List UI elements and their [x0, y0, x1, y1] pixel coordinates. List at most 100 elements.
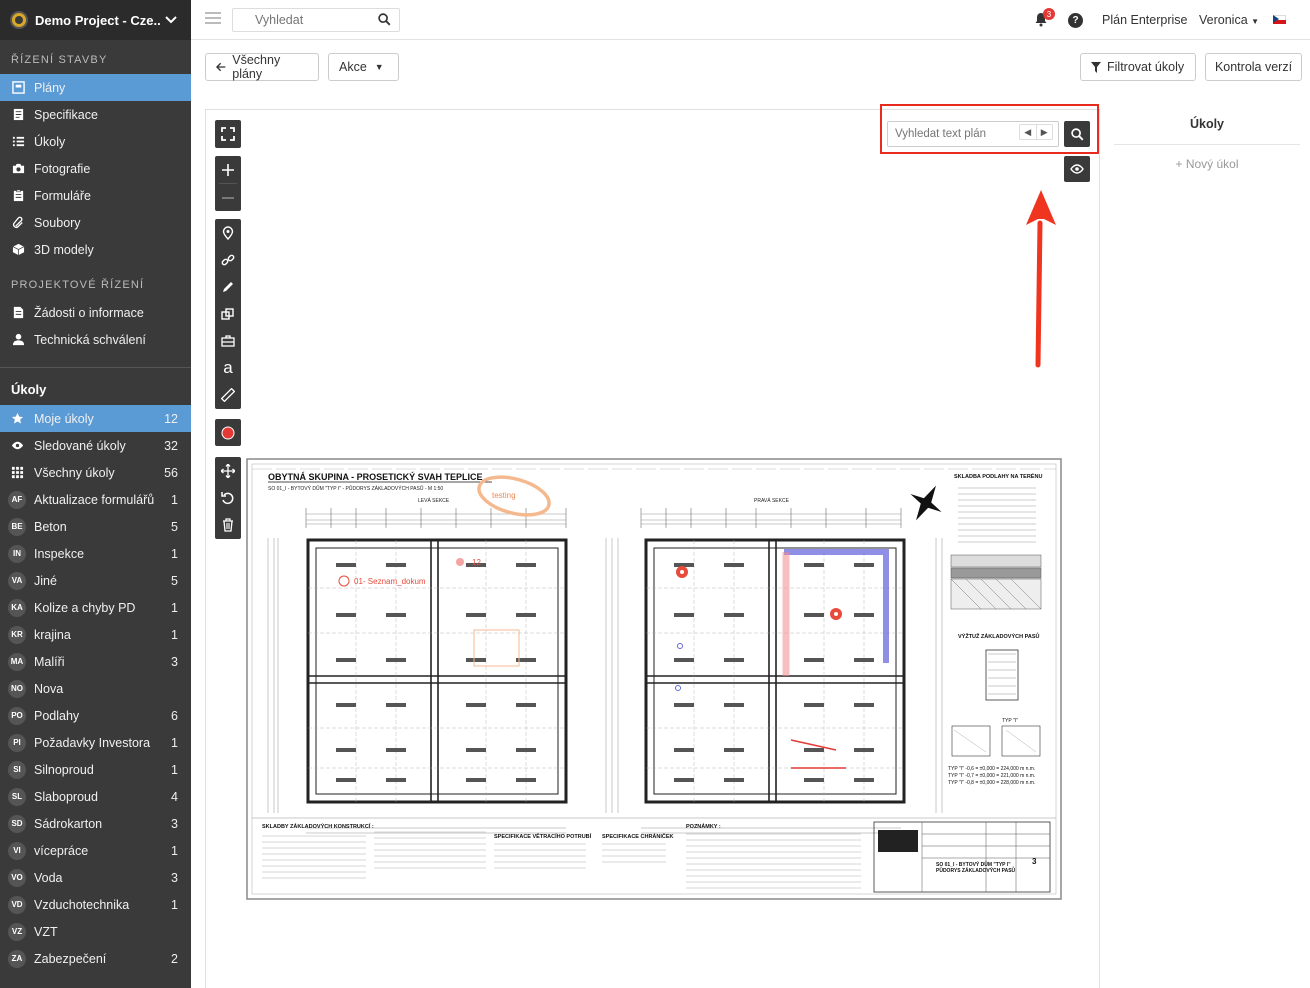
search-input[interactable]	[233, 9, 373, 31]
task-pin-icon[interactable]	[456, 558, 464, 566]
sidebar-item-formuláře[interactable]: Formuláře	[0, 182, 191, 209]
task-category-item[interactable]: KA Kolize a chyby PD 1	[0, 594, 191, 621]
plan-drawing[interactable]: OBYTNÁ SKUPINA - PROSETICKÝ SVAH TEPLICE…	[246, 458, 1062, 900]
task-category-item[interactable]: SL Slaboproud 4	[0, 783, 191, 810]
category-badge: VO	[8, 868, 26, 887]
task-category-item[interactable]: VZ VZT	[0, 918, 191, 945]
sidebar-item-soubory[interactable]: Soubory	[0, 209, 191, 236]
annotation-number[interactable]: 12	[472, 558, 481, 567]
project-switcher[interactable]: Demo Project - Cze...	[0, 0, 191, 40]
record-icon[interactable]	[221, 426, 235, 440]
task-count: 4	[171, 789, 178, 804]
plans-icon	[10, 81, 26, 95]
task-category-item[interactable]: KR krajina 1	[0, 621, 191, 648]
task-category-label: Všechny úkoly	[34, 465, 115, 480]
red-arrow-annotation	[1026, 190, 1056, 368]
task-category-label: Malíři	[34, 654, 65, 669]
version-check-button[interactable]: Kontrola verzí	[1205, 53, 1302, 81]
sidebar-item-úkoly[interactable]: Úkoly	[0, 128, 191, 155]
type-line-1: TYP "I" -0,6 = ±0,000 = 224,000 m n.m.	[948, 766, 1035, 772]
text-tool[interactable]: a	[215, 354, 241, 381]
type-label: TYP "I"	[1002, 718, 1018, 724]
search-icon	[1070, 127, 1083, 140]
ruler-icon[interactable]	[221, 387, 235, 402]
task-category-item[interactable]: PI Požadavky Investora 1	[0, 729, 191, 756]
version-check-label: Kontrola verzí	[1214, 60, 1293, 74]
zoom-out-icon[interactable]	[221, 191, 235, 205]
task-category-item[interactable]: VD Vzduchotechnika 1	[0, 891, 191, 918]
annotation-document[interactable]: 01- Seznam_dokum	[354, 577, 426, 586]
user-menu[interactable]: Veronica ▼	[1199, 13, 1259, 27]
pencil-icon[interactable]	[221, 280, 235, 294]
sidebar-item-plány[interactable]: Plány	[0, 74, 191, 101]
record-tool[interactable]	[215, 419, 241, 446]
plan-search-input[interactable]	[888, 122, 1018, 146]
tasks-panel: Úkoly + Nový úkol	[1114, 109, 1300, 171]
trash-icon[interactable]	[221, 517, 235, 532]
task-category-label: Vzduchotechnika	[34, 897, 130, 912]
chevron-down-icon[interactable]	[161, 10, 181, 30]
toolbox-icon[interactable]	[221, 334, 235, 348]
task-category-item[interactable]: IN Inspekce 1	[0, 540, 191, 567]
task-category-item[interactable]: AF Aktualizace formulářů 1	[0, 486, 191, 513]
task-category-item[interactable]: VI vícepráce 1	[0, 837, 191, 864]
filter-tasks-button[interactable]: Filtrovat úkoly	[1080, 53, 1196, 81]
sidebar-item-label: Fotografie	[34, 161, 91, 176]
move-icon[interactable]	[221, 463, 235, 478]
all-plans-button[interactable]: Všechny plány	[205, 53, 319, 81]
task-category-item[interactable]: ZA Zabezpečení 2	[0, 945, 191, 972]
eye-icon	[1070, 164, 1084, 174]
link-icon[interactable]	[221, 253, 235, 267]
floor-composition-title: SKLADBA PODLAHY NA TERÉNU	[954, 472, 1042, 480]
left-section-label: LEVÁ SEKCE	[418, 497, 450, 504]
sidebar-item-specifikace[interactable]: Specifikace	[0, 101, 191, 128]
sidebar-item-technická-schválení[interactable]: Technická schválení	[0, 326, 191, 353]
task-count: 1	[171, 735, 178, 750]
shapes-icon[interactable]	[221, 307, 235, 321]
zoom-in-icon[interactable]	[221, 163, 235, 177]
task-category-item[interactable]: VA Jiné 5	[0, 567, 191, 594]
fullscreen-tool[interactable]	[215, 120, 241, 148]
top-bar: 3 ? Plán Enterprise Veronica ▼	[191, 0, 1310, 40]
next-result-icon[interactable]: ▶	[1037, 125, 1053, 139]
task-category-item[interactable]: NO Nova	[0, 675, 191, 702]
task-category-label: Jiné	[34, 573, 57, 588]
zoom-tools	[215, 156, 241, 211]
task-category-label: Silnoproud	[34, 762, 94, 777]
task-count: 3	[171, 816, 178, 831]
task-category-item[interactable]: SD Sádrokarton 3	[0, 810, 191, 837]
visibility-toggle[interactable]	[1064, 156, 1090, 182]
task-category-item[interactable]: PO Podlahy 6	[0, 702, 191, 729]
previous-result-icon[interactable]: ◀	[1020, 125, 1037, 139]
plan-link[interactable]: Plán Enterprise	[1102, 13, 1187, 27]
user-name: Veronica	[1199, 13, 1248, 27]
actions-dropdown[interactable]: Akce ▼	[328, 53, 399, 81]
fullscreen-icon[interactable]	[221, 126, 235, 141]
sidebar-item-žádosti-o-informace[interactable]: Žádosti o informace	[0, 299, 191, 326]
hamburger-menu-icon[interactable]	[205, 12, 221, 26]
filter-tasks-label: Filtrovat úkoly	[1107, 60, 1185, 74]
task-category-item[interactable]: Všechny úkoly 56	[0, 459, 191, 486]
annotation-testing[interactable]: testing	[492, 491, 516, 500]
help-icon[interactable]: ?	[1068, 13, 1083, 28]
task-count: 1	[171, 762, 178, 777]
undo-icon[interactable]	[221, 491, 235, 505]
task-category-label: vícepráce	[34, 843, 89, 858]
task-category-label: Kolize a chyby PD	[34, 600, 136, 615]
pin-icon[interactable]	[221, 225, 235, 240]
task-category-item[interactable]: VO Voda 3	[0, 864, 191, 891]
task-category-item[interactable]: Moje úkoly 12	[0, 405, 191, 432]
task-category-label: Aktualizace formulářů	[34, 492, 155, 507]
plan-search-button[interactable]	[1064, 121, 1090, 147]
new-task-link[interactable]: + Nový úkol	[1114, 157, 1300, 171]
czech-flag-icon[interactable]	[1273, 15, 1286, 24]
sidebar-item-fotografie[interactable]: Fotografie	[0, 155, 191, 182]
task-category-item[interactable]: BE Beton 5	[0, 513, 191, 540]
task-category-item[interactable]: SI Silnoproud 1	[0, 756, 191, 783]
search-icon[interactable]	[378, 13, 391, 26]
sidebar-item-3d-modely[interactable]: 3D modely	[0, 236, 191, 263]
task-category-item[interactable]: Sledované úkoly 32	[0, 432, 191, 459]
task-count: 5	[171, 573, 178, 588]
task-category-item[interactable]: MA Malíři 3	[0, 648, 191, 675]
star-icon	[8, 412, 26, 425]
